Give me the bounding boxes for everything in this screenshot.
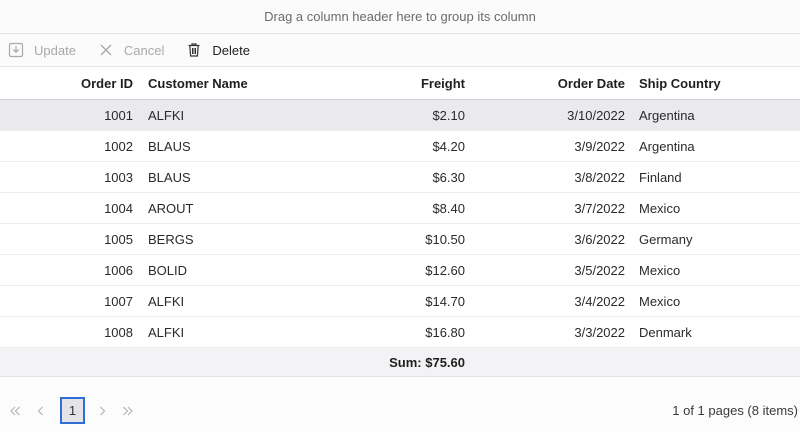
cell-order-id[interactable]: 1004 (0, 193, 133, 224)
cell-ship-country[interactable]: Denmark (639, 317, 789, 348)
update-icon (8, 42, 24, 58)
table-row[interactable]: 1007 ALFKI $14.70 3/4/2022 Mexico (0, 286, 800, 317)
cell-order-id[interactable]: 1008 (0, 317, 133, 348)
toolbar: Update Cancel Delete (0, 34, 800, 67)
cell-customer-name[interactable]: BLAUS (148, 162, 318, 193)
cell-ship-country[interactable]: Mexico (639, 255, 789, 286)
column-header-order-id[interactable]: Order ID (0, 67, 133, 100)
cancel-icon (98, 42, 114, 58)
delete-button[interactable]: Delete (186, 34, 250, 67)
cell-order-id[interactable]: 1001 (0, 100, 133, 131)
pager-info: 1 of 1 pages (8 items) (672, 403, 798, 418)
cell-order-date[interactable]: 3/3/2022 (480, 317, 625, 348)
cell-freight[interactable]: $10.50 (330, 224, 465, 255)
column-header-customer-name[interactable]: Customer Name (148, 67, 318, 100)
cell-order-date[interactable]: 3/4/2022 (480, 286, 625, 317)
cell-ship-country[interactable]: Mexico (639, 193, 789, 224)
column-header-row: Order ID Customer Name Freight Order Dat… (0, 67, 800, 100)
pager: 1 1 of 1 pages (8 items) (0, 390, 800, 431)
update-label: Update (34, 42, 76, 58)
table-row[interactable]: 1008 ALFKI $16.80 3/3/2022 Denmark (0, 317, 800, 348)
cell-order-id[interactable]: 1005 (0, 224, 133, 255)
cell-freight[interactable]: $6.30 (330, 162, 465, 193)
next-page-button[interactable] (89, 398, 115, 424)
delete-label: Delete (212, 42, 250, 58)
cancel-button[interactable]: Cancel (98, 34, 164, 67)
cell-ship-country[interactable]: Argentina (639, 131, 789, 162)
cell-order-date[interactable]: 3/5/2022 (480, 255, 625, 286)
cell-order-date[interactable]: 3/10/2022 (480, 100, 625, 131)
cell-ship-country[interactable]: Argentina (639, 100, 789, 131)
cancel-label: Cancel (123, 42, 165, 58)
cell-order-id[interactable]: 1003 (0, 162, 133, 193)
table-row[interactable]: 1006 BOLID $12.60 3/5/2022 Mexico (0, 255, 800, 286)
last-page-icon (123, 406, 133, 415)
table-row[interactable]: 1001 ALFKI $2.10 3/10/2022 Argentina (0, 100, 800, 131)
cell-customer-name[interactable]: BLAUS (148, 131, 318, 162)
cell-freight[interactable]: $12.60 (330, 255, 465, 286)
cell-freight[interactable]: $14.70 (330, 286, 465, 317)
cell-order-date[interactable]: 3/6/2022 (480, 224, 625, 255)
delete-icon (186, 42, 202, 58)
cell-customer-name[interactable]: AROUT (148, 193, 318, 224)
cell-customer-name[interactable]: ALFKI (148, 317, 318, 348)
cell-order-id[interactable]: 1002 (0, 131, 133, 162)
cell-ship-country[interactable]: Mexico (639, 286, 789, 317)
cell-order-id[interactable]: 1007 (0, 286, 133, 317)
group-drop-area[interactable]: Drag a column header here to group its c… (0, 0, 800, 34)
table-row[interactable]: 1005 BERGS $10.50 3/6/2022 Germany (0, 224, 800, 255)
cell-freight[interactable]: $4.20 (330, 131, 465, 162)
table-row[interactable]: 1004 AROUT $8.40 3/7/2022 Mexico (0, 193, 800, 224)
cell-order-id[interactable]: 1006 (0, 255, 133, 286)
cell-customer-name[interactable]: BOLID (148, 255, 318, 286)
data-grid: Drag a column header here to group its c… (0, 0, 800, 431)
cell-customer-name[interactable]: BERGS (148, 224, 318, 255)
freight-sum: Sum: $75.60 (389, 355, 465, 370)
cell-order-date[interactable]: 3/9/2022 (480, 131, 625, 162)
first-page-icon (10, 406, 20, 415)
column-header-ship-country[interactable]: Ship Country (639, 67, 789, 100)
group-drop-text: Drag a column header here to group its c… (264, 9, 536, 24)
last-page-button[interactable] (115, 398, 141, 424)
cell-freight[interactable]: $2.10 (330, 100, 465, 131)
column-header-order-date[interactable]: Order Date (480, 67, 625, 100)
prev-page-button[interactable] (28, 398, 54, 424)
update-button[interactable]: Update (8, 34, 76, 67)
cell-ship-country[interactable]: Germany (639, 224, 789, 255)
next-page-icon (100, 406, 106, 415)
cell-freight[interactable]: $16.80 (330, 317, 465, 348)
cell-order-date[interactable]: 3/8/2022 (480, 162, 625, 193)
cell-order-date[interactable]: 3/7/2022 (480, 193, 625, 224)
table-row[interactable]: 1003 BLAUS $6.30 3/8/2022 Finland (0, 162, 800, 193)
page-number-current[interactable]: 1 (60, 397, 85, 424)
column-header-freight[interactable]: Freight (330, 67, 465, 100)
cell-freight[interactable]: $8.40 (330, 193, 465, 224)
cell-ship-country[interactable]: Finland (639, 162, 789, 193)
prev-page-icon (37, 406, 43, 415)
cell-customer-name[interactable]: ALFKI (148, 100, 318, 131)
cell-customer-name[interactable]: ALFKI (148, 286, 318, 317)
summary-row: Sum: $75.60 (0, 348, 800, 377)
first-page-button[interactable] (2, 398, 28, 424)
grid-body: 1001 ALFKI $2.10 3/10/2022 Argentina 100… (0, 100, 800, 348)
table-row[interactable]: 1002 BLAUS $4.20 3/9/2022 Argentina (0, 131, 800, 162)
